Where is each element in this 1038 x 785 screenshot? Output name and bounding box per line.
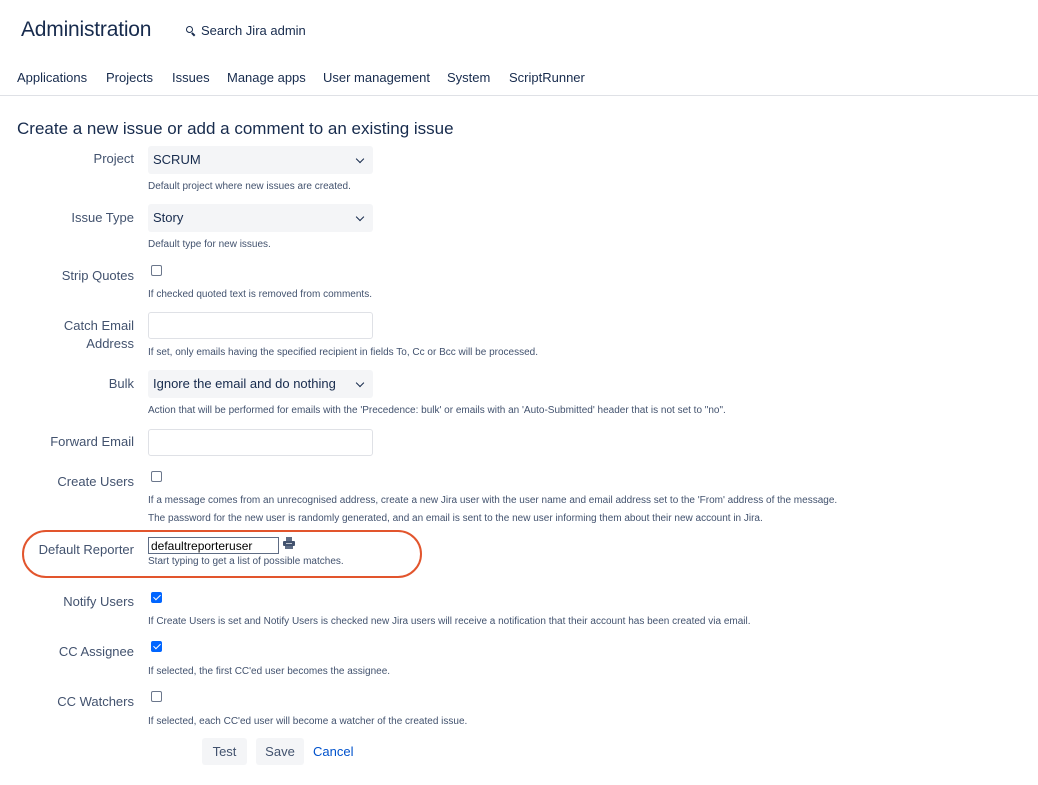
- catch-email-label-line1: Catch Email: [63, 318, 134, 333]
- bulk-select-value: Ignore the email and do nothing: [153, 376, 336, 391]
- notify-users-label: Notify Users: [63, 594, 134, 609]
- default-reporter-input[interactable]: [148, 537, 279, 554]
- catch-email-help: If set, only emails having the specified…: [148, 347, 538, 358]
- notify-users-checkbox[interactable]: [151, 592, 162, 603]
- search-admin-button[interactable]: Search Jira admin: [186, 23, 306, 38]
- notify-users-help: If Create Users is set and Notify Users …: [148, 616, 751, 627]
- strip-quotes-help: If checked quoted text is removed from c…: [148, 289, 372, 300]
- project-help: Default project where new issues are cre…: [148, 181, 351, 192]
- test-button[interactable]: Test: [202, 738, 247, 765]
- nav-projects[interactable]: Projects: [106, 70, 153, 85]
- create-users-checkbox[interactable]: [151, 471, 162, 482]
- cc-assignee-checkbox[interactable]: [151, 641, 162, 652]
- issue-type-help: Default type for new issues.: [148, 239, 271, 250]
- default-reporter-label: Default Reporter: [38, 542, 134, 557]
- chevron-down-icon: [357, 204, 365, 232]
- strip-quotes-checkbox[interactable]: [151, 265, 162, 276]
- admin-nav: Applications Projects Issues Manage apps…: [0, 70, 1038, 96]
- forward-email-label: Forward Email: [50, 434, 134, 449]
- issue-type-label: Issue Type: [71, 210, 134, 225]
- bulk-label: Bulk: [108, 376, 134, 391]
- cc-watchers-checkbox[interactable]: [151, 691, 162, 702]
- project-label: Project: [93, 151, 134, 166]
- bulk-help: Action that will be performed for emails…: [148, 405, 726, 416]
- chevron-down-icon: [357, 146, 365, 174]
- bulk-select[interactable]: Ignore the email and do nothing: [148, 370, 373, 398]
- chevron-down-icon: [357, 370, 365, 398]
- page-title: Administration: [21, 18, 152, 41]
- cc-assignee-label: CC Assignee: [58, 644, 134, 659]
- project-select[interactable]: SCRUM: [148, 146, 373, 174]
- catch-email-label-line2: Address: [86, 336, 134, 351]
- nav-issues[interactable]: Issues: [172, 70, 210, 85]
- forward-email-input[interactable]: [148, 429, 373, 456]
- create-users-help-line1: If a message comes from an unrecognised …: [148, 495, 838, 506]
- form-heading: Create a new issue or add a comment to a…: [17, 119, 454, 138]
- cc-watchers-label: CC Watchers: [57, 694, 134, 709]
- project-select-value: SCRUM: [153, 152, 201, 167]
- nav-scriptrunner[interactable]: ScriptRunner: [509, 70, 585, 85]
- cancel-link[interactable]: Cancel: [313, 744, 353, 759]
- create-users-help-line2: The password for the new user is randoml…: [148, 513, 763, 524]
- cc-watchers-help: If selected, each CC'ed user will become…: [148, 716, 468, 727]
- strip-quotes-label: Strip Quotes: [61, 268, 134, 283]
- cc-assignee-help: If selected, the first CC'ed user become…: [148, 666, 391, 677]
- default-reporter-help: Start typing to get a list of possible m…: [148, 556, 344, 567]
- search-icon: [186, 25, 196, 36]
- search-admin-label: Search Jira admin: [201, 23, 306, 38]
- create-users-label: Create Users: [57, 474, 134, 489]
- issue-type-select-value: Story: [153, 210, 184, 225]
- issue-type-select[interactable]: Story: [148, 204, 373, 232]
- admin-header: Administration Search Jira admin: [0, 0, 1038, 60]
- save-button[interactable]: Save: [256, 738, 304, 765]
- nav-applications[interactable]: Applications: [17, 70, 87, 85]
- nav-user-management[interactable]: User management: [323, 70, 430, 85]
- user-picker-icon[interactable]: [283, 537, 295, 550]
- nav-manage-apps[interactable]: Manage apps: [227, 70, 306, 85]
- catch-email-input[interactable]: [148, 312, 373, 339]
- nav-system[interactable]: System: [447, 70, 490, 85]
